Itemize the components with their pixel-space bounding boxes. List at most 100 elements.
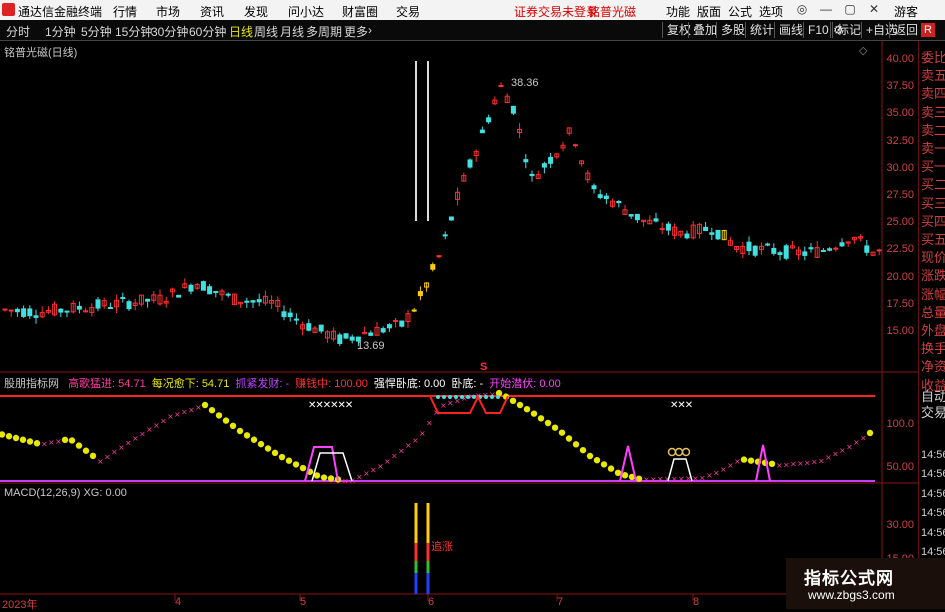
- period-tab-daily[interactable]: 日线: [229, 23, 253, 40]
- guest-label[interactable]: 游客: [894, 3, 918, 20]
- svg-text:×: ×: [125, 438, 132, 447]
- watermark-title: 指标公式网: [804, 569, 894, 588]
- svg-text:×: ×: [419, 429, 426, 438]
- svg-text:×: ×: [783, 460, 790, 469]
- back-button[interactable]: 返回: [889, 22, 922, 38]
- svg-text:×: ×: [153, 421, 160, 430]
- sidebar-item[interactable]: 14:56: [921, 488, 945, 500]
- svg-text:×: ×: [706, 471, 713, 480]
- svg-text:×: ×: [370, 466, 377, 475]
- sidebar-item[interactable]: 涨幅: [921, 284, 945, 303]
- menu-item-ask[interactable]: 问小达: [288, 3, 324, 20]
- price-axis-label: 30.00: [886, 161, 914, 174]
- period-tab-intraday[interactable]: 分时: [6, 23, 30, 40]
- menu-item-function[interactable]: 功能: [666, 3, 690, 20]
- period-tab-monthly[interactable]: 月线: [280, 23, 304, 40]
- sidebar-item[interactable]: 买四: [921, 211, 945, 230]
- indicator-legend-item: 赚钱中: 100.00: [295, 378, 368, 390]
- sidebar-item[interactable]: 14:56: [921, 527, 945, 539]
- sidebar-item[interactable]: 卖四: [921, 83, 945, 102]
- period-tab-30min[interactable]: 30分钟: [151, 23, 188, 40]
- sidebar-item[interactable]: 涨跌: [921, 265, 945, 284]
- svg-text:×: ×: [391, 452, 398, 461]
- svg-text:×: ×: [195, 403, 202, 412]
- svg-text:×: ×: [181, 408, 188, 417]
- sidebar-item[interactable]: 14:56: [921, 546, 945, 558]
- close-icon[interactable]: ✕: [867, 2, 881, 16]
- minimize-icon[interactable]: —: [819, 2, 833, 16]
- chart-canvas[interactable]: × × ×××××× × × × × × × × × × ×× × × × × ×××××××××× × × × × × × ×…: [0, 41, 918, 609]
- app-title: 通达信金融终端: [18, 5, 103, 19]
- app-logo-icon: [2, 3, 15, 16]
- sidebar-item[interactable]: 14:56: [921, 449, 945, 461]
- svg-text:×: ×: [377, 462, 384, 471]
- macd-annotation: 追涨: [431, 541, 453, 553]
- sidebar-item[interactable]: 买三: [921, 193, 945, 212]
- menu-item-news[interactable]: 资讯: [200, 3, 224, 20]
- svg-text:×: ×: [790, 460, 797, 469]
- svg-text:×: ×: [846, 443, 853, 452]
- period-tab-weekly[interactable]: 周线: [254, 23, 278, 40]
- maximize-icon[interactable]: ▢: [843, 2, 857, 16]
- svg-text:×: ×: [363, 469, 370, 478]
- period-tab-1min[interactable]: 1分钟: [45, 23, 76, 40]
- sidebar-item[interactable]: 总量: [921, 302, 945, 321]
- svg-text:×: ×: [776, 461, 783, 470]
- svg-text:×: ×: [139, 430, 146, 439]
- sidebar-item[interactable]: 卖二: [921, 120, 945, 139]
- indicator-legend-item: 抓紧发财: -: [235, 378, 290, 390]
- sidebar-item[interactable]: 买五: [921, 229, 945, 248]
- sidebar-item[interactable]: 卖五: [921, 65, 945, 84]
- f10-button[interactable]: F10: [803, 22, 833, 38]
- chevron-right-icon[interactable]: ›: [368, 23, 372, 37]
- sidebar-item[interactable]: 换手: [921, 338, 945, 357]
- svg-text:×: ×: [447, 399, 454, 408]
- indicator-legend-item: 卧底: -: [451, 378, 484, 390]
- svg-text:×: ×: [860, 434, 867, 443]
- sidebar-item[interactable]: 14:56: [921, 507, 945, 519]
- settings-icon[interactable]: ◎: [795, 2, 809, 16]
- svg-text:×: ×: [713, 468, 720, 477]
- period-tab-multi[interactable]: 多周期: [306, 23, 342, 40]
- indicator-legend-item: 高歌猛进: 54.71: [68, 378, 146, 390]
- menu-item-discover[interactable]: 发现: [244, 3, 268, 20]
- sidebar-item[interactable]: 现价: [921, 247, 945, 266]
- menu-item-options[interactable]: 选项: [759, 3, 783, 20]
- sidebar-item[interactable]: 14:56: [921, 468, 945, 480]
- price-axis-label: 20.00: [886, 270, 914, 283]
- svg-text:×: ×: [650, 475, 657, 484]
- price-axis-label: 22.50: [886, 243, 914, 256]
- period-tab-60min[interactable]: 60分钟: [189, 23, 226, 40]
- sidebar-item[interactable]: 交易: [921, 402, 945, 421]
- svg-text:×: ×: [384, 457, 391, 466]
- period-tab-15min[interactable]: 15分钟: [115, 23, 152, 40]
- period-tab-5min[interactable]: 5分钟: [81, 23, 112, 40]
- sidebar-item[interactable]: 净资: [921, 356, 945, 375]
- watermark: 指标公式网 www.zbgs3.com: [786, 558, 945, 609]
- svg-text:×: ×: [97, 457, 104, 466]
- menu-item-wealth[interactable]: 财富圈: [342, 3, 378, 20]
- period-tab-more[interactable]: 更多: [344, 23, 368, 40]
- indicator-y-50: 50.00: [886, 461, 914, 473]
- sidebar-item[interactable]: 卖一: [921, 138, 945, 157]
- sidebar-item[interactable]: 外盘: [921, 320, 945, 339]
- sidebar-item[interactable]: 委比: [921, 47, 945, 66]
- sidebar-item[interactable]: 买二: [921, 174, 945, 193]
- sidebar-item[interactable]: 买一: [921, 156, 945, 175]
- login-notice[interactable]: 证券交易未登录: [514, 3, 598, 20]
- menu-item-layout[interactable]: 版面: [697, 3, 721, 20]
- svg-text:×: ×: [811, 458, 818, 467]
- sidebar-item[interactable]: 卖三: [921, 102, 945, 121]
- menu-item-formula[interactable]: 公式: [728, 3, 752, 20]
- r-badge[interactable]: R: [921, 23, 935, 37]
- price-axis-label: 37.50: [886, 80, 914, 93]
- svg-text:×: ×: [167, 412, 174, 421]
- menu-item-trade[interactable]: 交易: [396, 3, 420, 20]
- svg-text:×: ×: [132, 434, 139, 443]
- svg-text:×: ×: [146, 425, 153, 434]
- menu-item-market[interactable]: 市场: [156, 3, 180, 20]
- menu-item-quotes[interactable]: 行情: [113, 3, 137, 20]
- chart-expand-icon[interactable]: ◇: [859, 44, 867, 57]
- svg-text:×: ×: [118, 443, 125, 452]
- svg-text:×: ×: [699, 473, 706, 482]
